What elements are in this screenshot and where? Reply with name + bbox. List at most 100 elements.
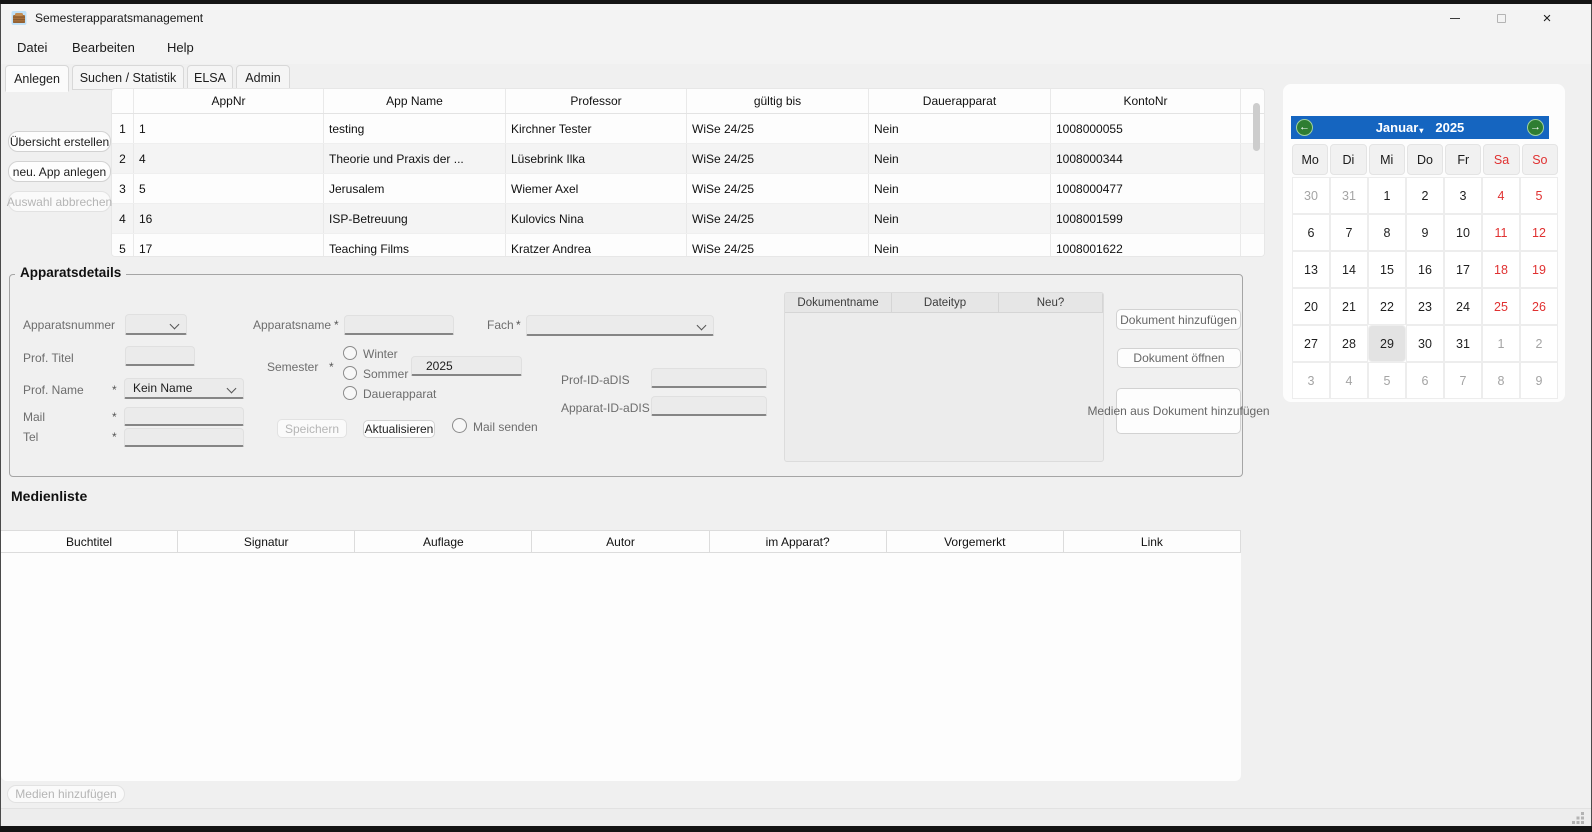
tab-anlegen[interactable]: Anlegen (5, 65, 69, 92)
tab-admin[interactable]: Admin (236, 65, 290, 90)
calendar-day[interactable]: 18 (1482, 251, 1520, 288)
cell: Kirchner Tester (506, 114, 687, 143)
calendar-day[interactable]: 6 (1292, 214, 1330, 251)
apparat-id-adis-input[interactable] (651, 396, 767, 416)
calendar-day[interactable]: 22 (1368, 288, 1406, 325)
calendar-day[interactable]: 7 (1444, 362, 1482, 399)
mail-input[interactable] (124, 407, 244, 426)
calendar-day[interactable]: 27 (1292, 325, 1330, 362)
calendar-day[interactable]: 25 (1482, 288, 1520, 325)
calendar-day[interactable]: 5 (1520, 177, 1558, 214)
mail-required-marker: * (112, 410, 117, 424)
dokument-hinzufuegen-button[interactable]: Dokument hinzufügen (1116, 309, 1241, 330)
aktualisieren-button[interactable]: Aktualisieren (363, 420, 435, 438)
calendar-day[interactable]: 9 (1520, 362, 1558, 399)
sommer-radio[interactable] (343, 366, 357, 380)
calendar-day[interactable]: 10 (1444, 214, 1482, 251)
cell: WiSe 24/25 (687, 144, 869, 173)
calendar-day[interactable]: 1 (1368, 177, 1406, 214)
calendar-day[interactable]: 17 (1444, 251, 1482, 288)
maximize-button[interactable] (1478, 4, 1524, 32)
calendar-day[interactable]: 4 (1482, 177, 1520, 214)
maximize-icon (1497, 14, 1506, 23)
cell: Nein (869, 114, 1051, 143)
tab-elsa[interactable]: ELSA (187, 65, 233, 90)
apps-table-body: 11testingKirchner TesterWiSe 24/25Nein10… (112, 114, 1264, 257)
apps-column-header: Dauerapparat (869, 89, 1051, 113)
calendar-day[interactable]: 8 (1368, 214, 1406, 251)
table-row[interactable]: 416ISP-BetreuungKulovics NinaWiSe 24/25N… (112, 204, 1264, 234)
calendar-day[interactable]: 30 (1292, 177, 1330, 214)
calendar-day[interactable]: 31 (1444, 325, 1482, 362)
calendar-day[interactable]: 30 (1406, 325, 1444, 362)
calendar-day[interactable]: 13 (1292, 251, 1330, 288)
calendar-month-year[interactable]: Januar ▾ 2025 (1376, 120, 1465, 135)
resize-grip-icon[interactable] (1572, 812, 1585, 825)
calendar-day[interactable]: 20 (1292, 288, 1330, 325)
close-button[interactable]: × (1524, 4, 1570, 32)
calendar-day[interactable]: 14 (1330, 251, 1368, 288)
calendar-day[interactable]: 29 (1368, 325, 1406, 362)
calendar-next-button[interactable]: → (1527, 119, 1544, 136)
calendar-day[interactable]: 8 (1482, 362, 1520, 399)
calendar-day[interactable]: 28 (1330, 325, 1368, 362)
calendar-day[interactable]: 19 (1520, 251, 1558, 288)
apps-column-header: App Name (324, 89, 506, 113)
calendar-day[interactable]: 1 (1482, 325, 1520, 362)
calendar-day[interactable]: 21 (1330, 288, 1368, 325)
speichern-button[interactable]: Speichern (277, 419, 347, 438)
tel-input[interactable] (124, 428, 244, 447)
calendar-day[interactable]: 24 (1444, 288, 1482, 325)
semester-year-input[interactable]: 2025 (411, 356, 522, 376)
apparatsnummer-combobox[interactable] (125, 314, 187, 335)
cell: Nein (869, 174, 1051, 203)
calendar-day[interactable]: 31 (1330, 177, 1368, 214)
mail-senden-checkbox[interactable] (452, 418, 467, 433)
calendar-dow: So (1522, 144, 1558, 175)
semester-label: Semester (267, 360, 318, 374)
apparatsname-input[interactable] (344, 315, 454, 335)
calendar-day[interactable]: 4 (1330, 362, 1368, 399)
prof-titel-input[interactable] (125, 346, 195, 366)
cell: WiSe 24/25 (687, 234, 869, 257)
calendar-day[interactable]: 16 (1406, 251, 1444, 288)
cell: Nein (869, 144, 1051, 173)
menu-bearbeiten[interactable]: Bearbeiten (72, 40, 135, 55)
prof-name-dropdown[interactable]: Kein Name (124, 378, 244, 399)
table-row[interactable]: 11testingKirchner TesterWiSe 24/25Nein10… (112, 114, 1264, 144)
minimize-button[interactable] (1432, 4, 1478, 32)
prof-id-adis-input[interactable] (651, 368, 767, 388)
calendar-day[interactable]: 26 (1520, 288, 1558, 325)
tab-suchen-statistik[interactable]: Suchen / Statistik (72, 65, 184, 90)
calendar-day[interactable]: 11 (1482, 214, 1520, 251)
calendar-day[interactable]: 9 (1406, 214, 1444, 251)
calendar-day[interactable]: 3 (1444, 177, 1482, 214)
calendar-day[interactable]: 2 (1520, 325, 1558, 362)
menu-help[interactable]: Help (167, 40, 194, 55)
prof-titel-label: Prof. Titel (23, 351, 74, 365)
calendar-day[interactable]: 6 (1406, 362, 1444, 399)
dauerapparat-radio[interactable] (343, 386, 357, 400)
calendar-day[interactable]: 5 (1368, 362, 1406, 399)
table-row[interactable]: 24Theorie und Praxis der ...Lüsebrink Il… (112, 144, 1264, 174)
menu-datei[interactable]: Datei (17, 40, 47, 55)
fach-label: Fach (487, 318, 514, 332)
dokument-oeffnen-button[interactable]: Dokument öffnen (1117, 348, 1241, 368)
auswahl-abbrechen-button[interactable]: Auswahl abbrechen (8, 191, 111, 212)
neu-app-anlegen-button[interactable]: neu. App anlegen (8, 161, 111, 182)
calendar-day[interactable]: 3 (1292, 362, 1330, 399)
calendar-day[interactable]: 12 (1520, 214, 1558, 251)
calendar-day[interactable]: 23 (1406, 288, 1444, 325)
winter-radio[interactable] (343, 346, 357, 360)
calendar-day[interactable]: 7 (1330, 214, 1368, 251)
uebersicht-erstellen-button[interactable]: Übersicht erstellen (8, 131, 111, 152)
medien-hinzufuegen-button[interactable]: Medien hinzufügen (7, 785, 125, 803)
medien-aus-dokument-button[interactable]: Medien aus Dokument hinzufügen (1116, 388, 1241, 434)
calendar-day[interactable]: 15 (1368, 251, 1406, 288)
table-row[interactable]: 517Teaching FilmsKratzer AndreaWiSe 24/2… (112, 234, 1264, 257)
apps-table-scrollbar[interactable] (1253, 103, 1260, 151)
calendar-day[interactable]: 2 (1406, 177, 1444, 214)
fach-dropdown[interactable] (526, 315, 714, 336)
table-row[interactable]: 35JerusalemWiemer AxelWiSe 24/25Nein1008… (112, 174, 1264, 204)
calendar-prev-button[interactable]: ← (1296, 119, 1313, 136)
